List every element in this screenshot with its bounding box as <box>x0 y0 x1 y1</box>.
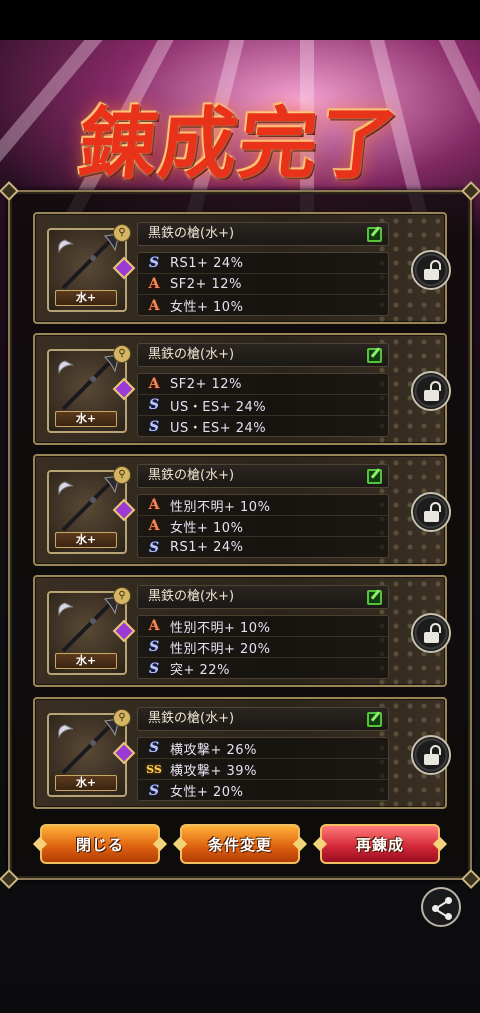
share-icon[interactable] <box>421 887 461 927</box>
spear-icon <box>58 233 120 290</box>
stat-row: A SF2+ 12% <box>138 274 388 295</box>
element-label: 水+ <box>55 653 117 669</box>
weapon-card: ⚲ 水+ 黒鉄の槍(水+) A 性別不明+ 10% S 性別不明+ 20% S 突+ … <box>33 575 451 687</box>
rank-s-icon: S <box>148 255 160 271</box>
rank-a-icon: A <box>148 497 160 513</box>
re-refine-button[interactable]: 再錬成 <box>320 824 440 864</box>
unlock-icon[interactable] <box>411 492 451 532</box>
edit-icon[interactable] <box>367 590 382 605</box>
spear-icon <box>58 596 120 653</box>
rank-s-icon: S <box>148 660 160 677</box>
stat-row: S 突+ 22% <box>138 658 388 679</box>
stat-row: S RS1+ 24% <box>138 537 388 558</box>
weapon-card: ⚲ 水+ 黒鉄の槍(水+) S RS1+ 24% A SF2+ 12% A 女性+ 1… <box>33 212 451 324</box>
stat-row: A 女性+ 10% <box>138 516 388 537</box>
stat-list: A 性別不明+ 10% A 女性+ 10% S RS1+ 24% <box>137 494 389 558</box>
stat-list: S 横攻撃+ 26% SS 横攻撃+ 39% S 女性+ 20% <box>137 737 389 801</box>
rank-s-icon: S <box>148 639 160 655</box>
stat-row: S 女性+ 20% <box>138 780 388 801</box>
weapon-icon[interactable]: ⚲ 水+ <box>47 224 136 312</box>
stat-row: S 横攻撃+ 26% <box>138 738 388 759</box>
rank-s-icon: S <box>148 782 160 799</box>
element-label: 水+ <box>55 290 117 306</box>
weapon-name: 黒鉄の槍(水+) <box>137 343 389 367</box>
pin-icon: ⚲ <box>113 224 131 242</box>
stat-row: S US・ES+ 24% <box>138 416 388 437</box>
pin-icon: ⚲ <box>113 587 131 605</box>
stat-row: SS 横攻撃+ 39% <box>138 759 388 780</box>
stat-list: A 性別不明+ 10% S 性別不明+ 20% S 突+ 22% <box>137 615 389 679</box>
rank-a-icon: A <box>148 376 160 392</box>
stat-row: A 性別不明+ 10% <box>138 616 388 637</box>
unlock-icon[interactable] <box>411 371 451 411</box>
stat-row: S RS1+ 24% <box>138 253 388 274</box>
rank-s-icon: S <box>148 397 160 413</box>
weapon-name: 黒鉄の槍(水+) <box>137 464 389 488</box>
stat-row: S 性別不明+ 20% <box>138 637 388 658</box>
pin-icon: ⚲ <box>113 345 131 363</box>
weapon-icon[interactable]: ⚲ 水+ <box>47 587 136 675</box>
change-conditions-button[interactable]: 条件変更 <box>180 824 300 864</box>
weapon-name: 黒鉄の槍(水+) <box>137 585 389 609</box>
status-bar <box>0 0 480 40</box>
rank-a-icon: A <box>148 618 160 634</box>
unlock-icon[interactable] <box>411 735 451 775</box>
weapon-icon[interactable]: ⚲ 水+ <box>47 709 136 797</box>
edit-icon[interactable] <box>367 348 382 363</box>
rank-a-icon: A <box>148 518 160 534</box>
stat-row: A 女性+ 10% <box>138 295 388 316</box>
weapon-card: ⚲ 水+ 黒鉄の槍(水+) S 横攻撃+ 26% SS 横攻撃+ 39% S 女性+ … <box>33 697 451 809</box>
rank-s-icon: S <box>148 418 160 435</box>
element-label: 水+ <box>55 532 117 548</box>
result-title: 錬成完了 <box>74 99 405 190</box>
unlock-icon[interactable] <box>411 613 451 653</box>
rank-ss-icon: SS <box>146 762 162 776</box>
spear-icon <box>58 354 120 411</box>
spear-icon <box>58 475 120 532</box>
unlock-icon[interactable] <box>411 250 451 290</box>
edit-icon[interactable] <box>367 227 382 242</box>
stat-row: A SF2+ 12% <box>138 374 388 395</box>
close-button[interactable]: 閉じる <box>40 824 160 864</box>
element-label: 水+ <box>55 411 117 427</box>
rank-s-icon: S <box>148 539 160 556</box>
edit-icon[interactable] <box>367 712 382 727</box>
rank-s-icon: S <box>148 740 160 756</box>
stat-list: S RS1+ 24% A SF2+ 12% A 女性+ 10% <box>137 252 389 316</box>
pin-icon: ⚲ <box>113 466 131 484</box>
rank-a-icon: A <box>148 297 160 314</box>
weapon-icon[interactable]: ⚲ 水+ <box>47 345 136 433</box>
spear-icon <box>58 718 120 775</box>
pin-icon: ⚲ <box>113 709 131 727</box>
weapon-card: ⚲ 水+ 黒鉄の槍(水+) A 性別不明+ 10% A 女性+ 10% S RS1+ … <box>33 454 451 566</box>
stat-list: A SF2+ 12% S US・ES+ 24% S US・ES+ 24% <box>137 373 389 437</box>
weapon-card: ⚲ 水+ 黒鉄の槍(水+) A SF2+ 12% S US・ES+ 24% S US・… <box>33 333 451 445</box>
edit-icon[interactable] <box>367 469 382 484</box>
element-label: 水+ <box>55 775 117 791</box>
stat-row: S US・ES+ 24% <box>138 395 388 416</box>
weapon-name: 黒鉄の槍(水+) <box>137 222 389 246</box>
weapon-icon[interactable]: ⚲ 水+ <box>47 466 136 554</box>
rank-a-icon: A <box>148 276 160 292</box>
stat-row: A 性別不明+ 10% <box>138 495 388 516</box>
weapon-name: 黒鉄の槍(水+) <box>137 707 389 731</box>
